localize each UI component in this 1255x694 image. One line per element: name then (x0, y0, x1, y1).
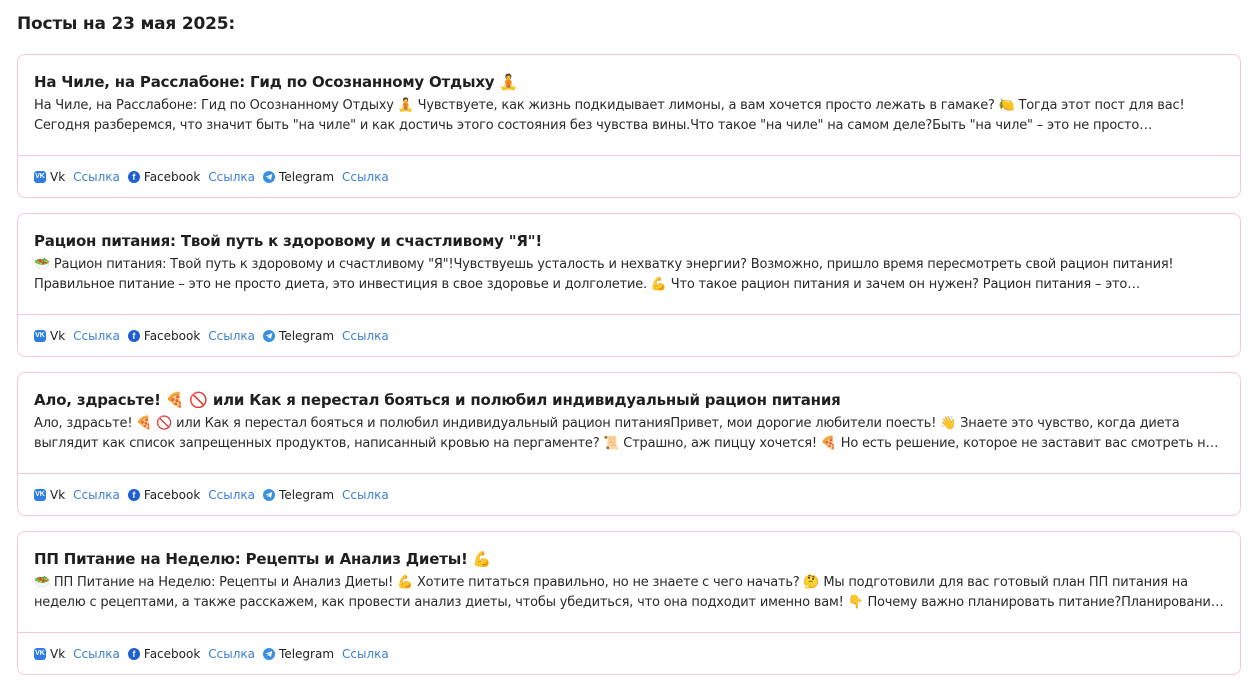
telegram-label: Telegram (263, 488, 334, 502)
post-title: Рацион питания: Твой путь к здоровому и … (34, 232, 542, 250)
vk-name: Vk (50, 328, 66, 343)
telegram-label: Telegram (263, 647, 334, 661)
telegram-link[interactable]: Ссылка (342, 170, 389, 184)
post-body: Рацион питания: Твой путь к здоровому и … (18, 214, 1240, 315)
vk-link[interactable]: Ссылка (73, 170, 120, 184)
facebook-icon: f (127, 329, 140, 342)
telegram-name: Telegram (279, 169, 335, 184)
vk-link[interactable]: Ссылка (73, 488, 120, 502)
telegram-label: Telegram (263, 329, 334, 343)
telegram-name: Telegram (279, 328, 335, 343)
post-footer: VK Vk Ссылка f Facebook Ссылка Telegram … (18, 474, 1240, 515)
facebook-name: Facebook (143, 646, 201, 661)
vk-label: VK Vk (34, 329, 65, 343)
post-body: Ало, здрасьте! 🍕 🚫 или Как я перестал бо… (18, 373, 1240, 474)
post-footer: VK Vk Ссылка f Facebook Ссылка Telegram … (18, 156, 1240, 197)
vk-icon: VK (34, 488, 46, 501)
facebook-link[interactable]: Ссылка (208, 170, 255, 184)
post-card: Ало, здрасьте! 🍕 🚫 или Как я перестал бо… (17, 372, 1241, 516)
facebook-icon: f (127, 488, 140, 501)
vk-name: Vk (50, 169, 66, 184)
vk-name: Vk (50, 646, 66, 661)
vk-link[interactable]: Ссылка (73, 647, 120, 661)
facebook-name: Facebook (143, 328, 201, 343)
page-title: Посты на 23 мая 2025: (17, 14, 235, 34)
telegram-icon (263, 329, 276, 342)
post-excerpt: Ало, здрасьте! 🍕 🚫 или Как я перестал бо… (34, 416, 1214, 451)
vk-label: VK Vk (34, 647, 65, 661)
telegram-icon (263, 647, 276, 660)
facebook-icon: f (127, 170, 140, 183)
facebook-label: f Facebook (127, 487, 201, 502)
post-title: ПП Питание на Неделю: Рецепты и Анализ Д… (34, 550, 492, 568)
post-excerpt: 🥗 Рацион питания: Твой путь к здоровому … (34, 257, 1174, 292)
telegram-icon (263, 170, 276, 183)
vk-link[interactable]: Ссылка (73, 329, 120, 343)
post-title: Ало, здрасьте! 🍕 🚫 или Как я перестал бо… (34, 391, 841, 409)
vk-icon: VK (34, 329, 46, 342)
facebook-name: Facebook (143, 169, 201, 184)
post-excerpt: 🥗 ПП Питание на Неделю: Рецепты и Анализ… (34, 575, 1219, 610)
telegram-link[interactable]: Ссылка (342, 329, 389, 343)
telegram-label: Telegram (263, 170, 334, 184)
telegram-icon (263, 488, 276, 501)
post-footer: VK Vk Ссылка f Facebook Ссылка Telegram … (18, 633, 1240, 674)
vk-name: Vk (50, 487, 66, 502)
facebook-link[interactable]: Ссылка (208, 329, 255, 343)
post-body: На Чиле, на Расслабоне: Гид по Осознанно… (18, 55, 1240, 156)
facebook-link[interactable]: Ссылка (208, 647, 255, 661)
post-excerpt: На Чиле, на Расслабоне: Гид по Осознанно… (34, 98, 1185, 133)
post-card: ПП Питание на Неделю: Рецепты и Анализ Д… (17, 531, 1241, 675)
post-footer: VK Vk Ссылка f Facebook Ссылка Telegram … (18, 315, 1240, 356)
facebook-label: f Facebook (127, 328, 201, 343)
vk-icon: VK (34, 170, 46, 183)
facebook-name: Facebook (143, 487, 201, 502)
post-title: На Чиле, на Расслабоне: Гид по Осознанно… (34, 73, 518, 91)
facebook-label: f Facebook (127, 646, 201, 661)
facebook-icon: f (127, 647, 140, 660)
post-body: ПП Питание на Неделю: Рецепты и Анализ Д… (18, 532, 1240, 633)
vk-label: VK Vk (34, 488, 65, 502)
post-card: Рацион питания: Твой путь к здоровому и … (17, 213, 1241, 357)
vk-label: VK Vk (34, 170, 65, 184)
vk-icon: VK (34, 647, 46, 660)
telegram-link[interactable]: Ссылка (342, 647, 389, 661)
facebook-label: f Facebook (127, 169, 201, 184)
telegram-name: Telegram (279, 487, 335, 502)
telegram-name: Telegram (279, 646, 335, 661)
post-card: На Чиле, на Расслабоне: Гид по Осознанно… (17, 54, 1241, 198)
telegram-link[interactable]: Ссылка (342, 488, 389, 502)
facebook-link[interactable]: Ссылка (208, 488, 255, 502)
